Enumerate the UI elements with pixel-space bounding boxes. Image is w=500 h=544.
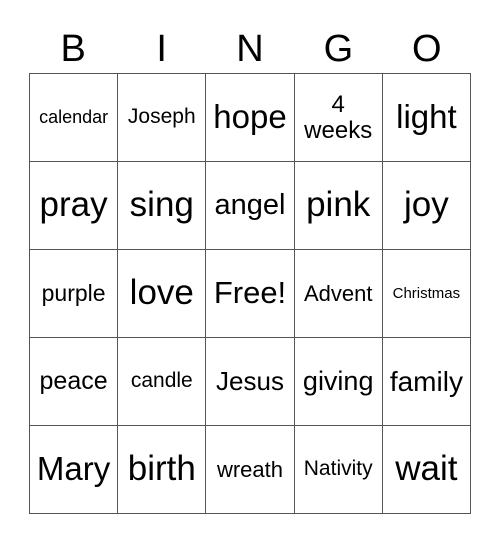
bingo-cell[interactable]: Advent [294, 250, 383, 338]
bingo-cell[interactable]: wreath [206, 426, 295, 514]
bingo-board: calendar Joseph hope 4 weeks light pray sing an… [29, 73, 471, 514]
header-letter-i: I [156, 28, 167, 70]
bingo-cell[interactable]: Jesus [206, 338, 295, 426]
header-letter-n: N [236, 28, 264, 70]
bingo-cell[interactable]: Free! [206, 250, 295, 338]
bingo-cell[interactable]: wait [382, 426, 471, 514]
bingo-cell[interactable]: calendar [30, 74, 119, 162]
bingo-cell[interactable]: joy [382, 162, 471, 250]
header-letter-o: O [412, 28, 442, 70]
bingo-cell[interactable]: Christmas [382, 250, 471, 338]
bingo-cell[interactable]: purple [30, 250, 119, 338]
bingo-cell[interactable]: 4 weeks [294, 74, 383, 162]
header-letter-b: B [60, 28, 86, 70]
bingo-cell[interactable]: candle [118, 338, 207, 426]
bingo-cell[interactable]: light [382, 74, 471, 162]
bingo-cell[interactable]: pray [30, 162, 119, 250]
bingo-cell[interactable]: hope [206, 74, 295, 162]
bingo-header: B I N G O [29, 26, 471, 72]
bingo-cell[interactable]: birth [118, 426, 207, 514]
bingo-cell[interactable]: family [382, 338, 471, 426]
bingo-cell[interactable]: Nativity [294, 426, 383, 514]
bingo-cell[interactable]: Joseph [118, 74, 207, 162]
bingo-cell[interactable]: Mary [30, 426, 119, 514]
bingo-cell[interactable]: love [118, 250, 207, 338]
bingo-cell[interactable]: giving [294, 338, 383, 426]
bingo-cell[interactable]: angel [206, 162, 295, 250]
bingo-cell[interactable]: sing [118, 162, 207, 250]
header-letter-g: G [323, 28, 354, 70]
bingo-cell[interactable]: pink [294, 162, 383, 250]
bingo-cell[interactable]: peace [30, 338, 119, 426]
